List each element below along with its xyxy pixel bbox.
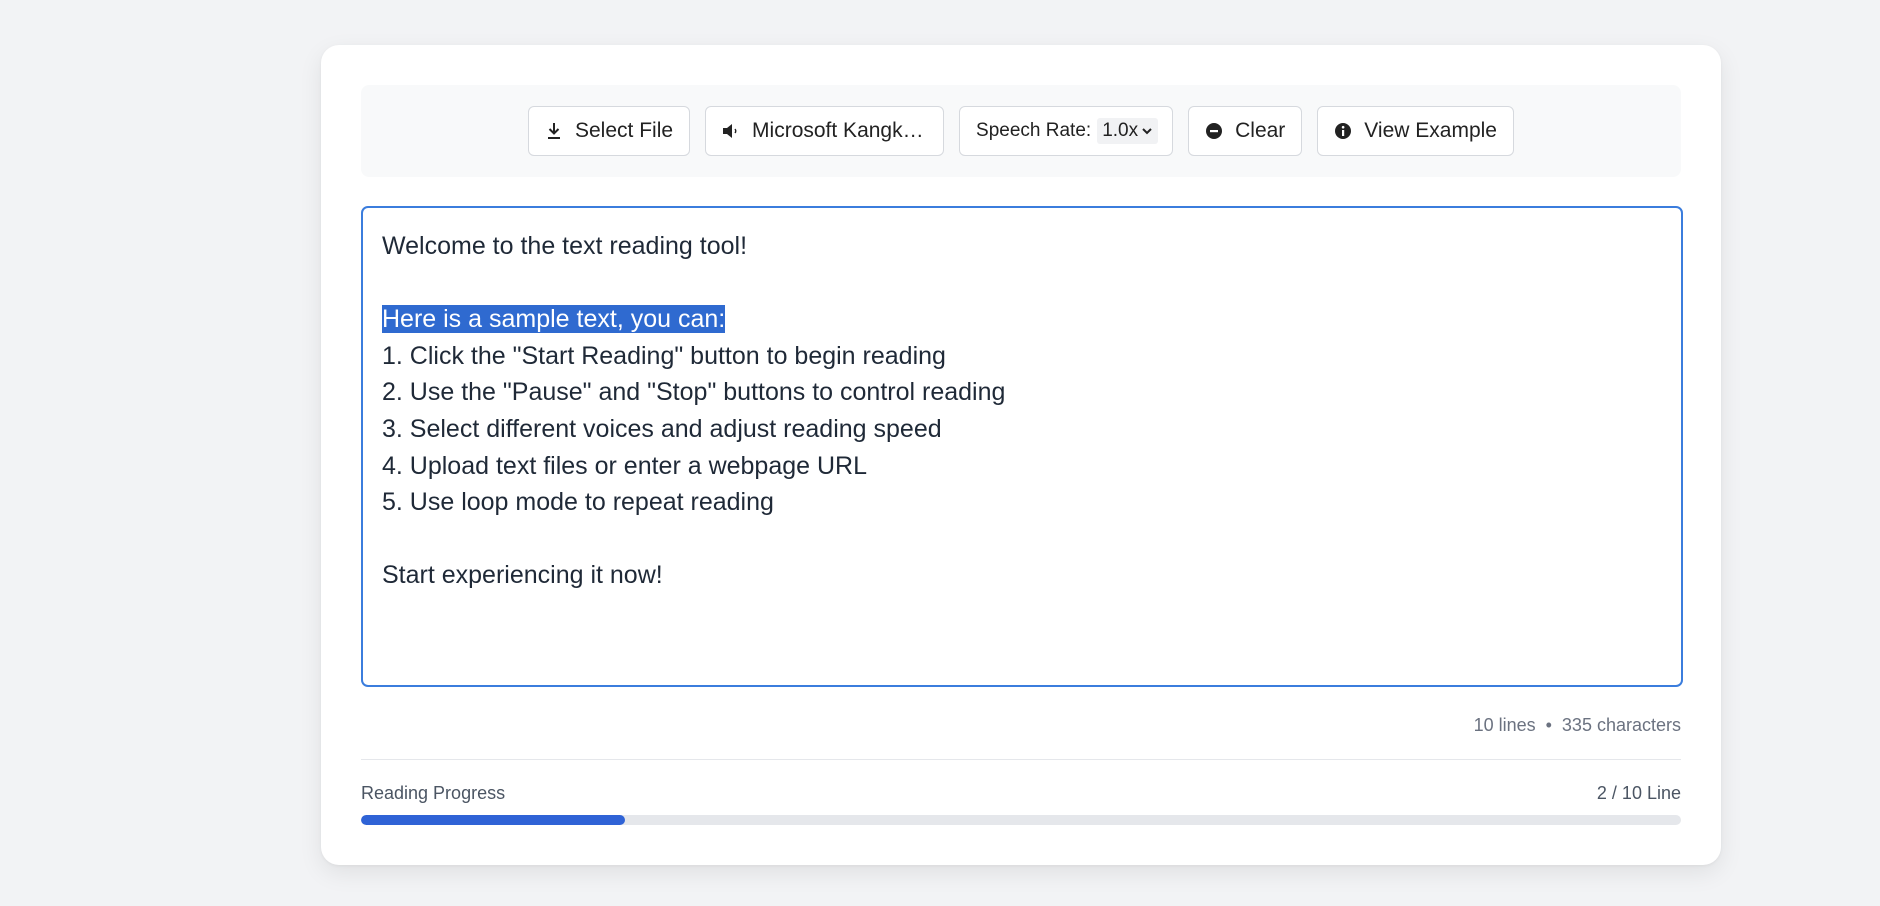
editor-line: 2. Use the "Pause" and "Stop" buttons to…	[382, 378, 1006, 407]
editor-line: 3. Select different voices and adjust re…	[382, 414, 942, 443]
view-example-label: View Example	[1364, 119, 1497, 142]
minus-circle-icon	[1205, 122, 1223, 140]
select-file-label: Select File	[575, 119, 674, 142]
editor-line: 4. Upload text files or enter a webpage …	[382, 451, 867, 480]
text-editor[interactable]: Welcome to the text reading tool! Here is…	[361, 206, 1683, 687]
highlighted-text: Here is a sample text, you can:	[382, 305, 726, 334]
toolbar: Select File Microsoft Kangkang - Chinese…	[361, 85, 1681, 177]
info-circle-icon	[1334, 122, 1352, 140]
voice-select-button[interactable]: Microsoft Kangkang - Chinese (Simplified…	[705, 106, 945, 156]
progress-fill	[361, 815, 625, 825]
view-example-button[interactable]: View Example	[1317, 106, 1514, 156]
speech-rate-control: Speech Rate: 1.0x	[959, 106, 1174, 156]
line-count: 10 lines	[1473, 715, 1536, 735]
clear-button[interactable]: Clear	[1188, 106, 1303, 156]
divider	[361, 759, 1681, 760]
progress-count: 2 / 10 Line	[1596, 783, 1681, 803]
voice-label: Microsoft Kangkang - Chinese (Simplified…	[752, 119, 927, 142]
download-icon	[545, 122, 563, 140]
character-count: 335 characters	[1561, 715, 1681, 735]
editor-line: Start experiencing it now!	[382, 561, 663, 590]
editor-line: Here is a sample text, you can:	[382, 301, 1662, 338]
select-file-button[interactable]: Select File	[528, 106, 691, 156]
progress-label: Reading Progress	[361, 783, 506, 803]
editor-line: 5. Use loop mode to repeat reading	[382, 488, 774, 517]
editor-line: Welcome to the text reading tool!	[382, 232, 748, 260]
speech-rate-label: Speech Rate:	[976, 120, 1092, 141]
editor-line: 1. Click the "Start Reading" button to b…	[382, 341, 946, 370]
text-stats: 10 lines • 335 characters	[1474, 715, 1681, 736]
chevron-down-icon	[1141, 126, 1153, 136]
stats-separator: •	[1545, 715, 1552, 735]
clear-label: Clear	[1235, 119, 1286, 142]
speech-rate-value: 1.0x	[1102, 120, 1139, 141]
speech-rate-select[interactable]: 1.0x	[1097, 118, 1159, 144]
reader-card: Select File Microsoft Kangkang - Chinese…	[321, 45, 1721, 865]
speaker-icon	[722, 122, 740, 140]
progress-bar	[361, 815, 1681, 825]
